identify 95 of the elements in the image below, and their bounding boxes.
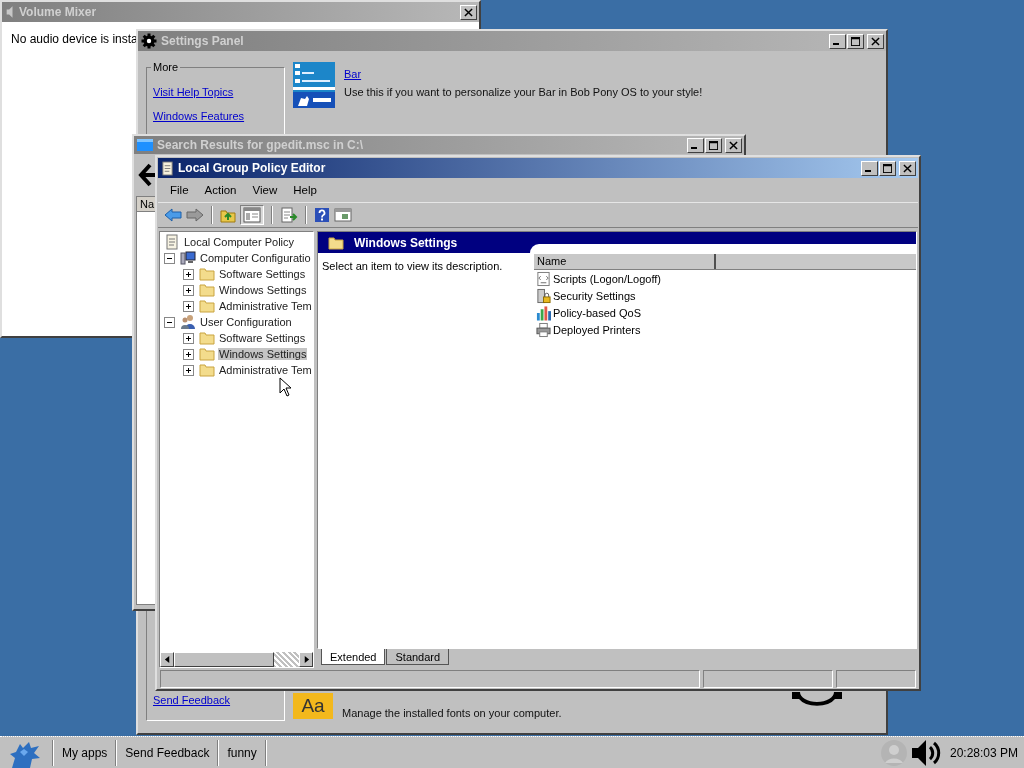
computer-icon: [180, 250, 196, 266]
expand-toggle[interactable]: [183, 348, 194, 360]
window-title: Volume Mixer: [19, 5, 97, 19]
back-icon[interactable]: [164, 208, 182, 222]
tree-item[interactable]: Software Settings: [218, 332, 307, 344]
maximize-icon: [883, 163, 892, 173]
tree-item[interactable]: User Configuration: [199, 316, 293, 328]
window-title: Local Group Policy Editor: [178, 161, 326, 175]
right-arrow-icon: [302, 656, 310, 663]
close-icon: [903, 163, 912, 173]
fonts-icon: Aa: [293, 693, 333, 719]
tree-item[interactable]: Administrative Tem: [218, 364, 313, 376]
scroll-thumb[interactable]: [174, 652, 274, 667]
menu-item[interactable]: File: [162, 184, 197, 196]
list-item[interactable]: Deployed Printers: [553, 323, 641, 336]
list-item[interactable]: Scripts (Logon/Logoff): [553, 272, 662, 285]
close-button[interactable]: [899, 160, 916, 176]
plus-icon: [184, 333, 193, 343]
users-icon: [180, 314, 196, 330]
close-icon: [464, 7, 473, 17]
plus-icon: [184, 269, 193, 279]
folder-icon: [199, 298, 215, 314]
bar-link[interactable]: Bar: [344, 68, 703, 80]
plus-icon: [184, 365, 193, 375]
tree-item[interactable]: Software Settings: [218, 268, 307, 280]
bar-preview-icon: [293, 62, 335, 108]
help-link[interactable]: Visit Help Topics: [153, 86, 284, 98]
help-link[interactable]: Windows Features: [153, 110, 284, 122]
scroll-icon: [161, 160, 174, 176]
group-label: More: [151, 61, 181, 73]
folder-icon: [199, 362, 215, 378]
show-tree-button[interactable]: [240, 205, 264, 225]
list-item[interactable]: Security Settings: [553, 289, 636, 302]
speaker-icon: [5, 5, 15, 19]
close-icon: [871, 36, 880, 46]
item-description: Use this if you want to personalize your Bar in Bob Pony OS to your style!: [344, 86, 703, 98]
minimize-icon: [691, 147, 697, 149]
taskbar-button[interactable]: My apps: [60, 745, 110, 760]
view-tab[interactable]: Extended: [321, 649, 386, 665]
folder-icon: [199, 282, 215, 298]
back-arrow-icon[interactable]: [138, 162, 158, 188]
maximize-button[interactable]: [879, 160, 896, 176]
tree-item[interactable]: Windows Settings: [218, 348, 308, 360]
collapse-toggle[interactable]: [164, 316, 175, 328]
properties-icon[interactable]: [334, 207, 352, 223]
expand-toggle[interactable]: [183, 300, 194, 312]
menu-item[interactable]: Action: [196, 184, 245, 196]
feedback-link[interactable]: Send Feedback: [153, 694, 284, 706]
menu-item[interactable]: View: [244, 184, 286, 196]
window-title: Search Results for gpedit.msc in C:\: [157, 138, 364, 152]
mouse-pointer-icon: [279, 377, 291, 397]
folder-icon: [199, 346, 215, 362]
tree-item[interactable]: Windows Settings: [218, 284, 308, 296]
scroll-icon: [164, 234, 180, 250]
folder-icon: [328, 235, 344, 250]
horizontal-scrollbar[interactable]: [160, 652, 313, 667]
plus-icon: [184, 301, 193, 311]
minimize-icon: [833, 43, 839, 45]
taskbar-button[interactable]: Send Feedback: [123, 745, 212, 760]
close-icon: [729, 140, 738, 150]
window-title: Settings Panel: [161, 34, 244, 48]
tree-item[interactable]: Administrative Tem: [218, 300, 313, 312]
window-icon: [137, 138, 153, 152]
expand-toggle[interactable]: [183, 268, 194, 280]
expand-toggle[interactable]: [183, 364, 194, 376]
bar-chart-icon: [536, 304, 551, 321]
tree-item[interactable]: Local Computer Policy: [183, 236, 296, 248]
view-tab[interactable]: Standard: [386, 649, 450, 665]
plus-icon: [184, 285, 193, 295]
left-arrow-icon: [163, 656, 171, 663]
item-description: Manage the installed fonts on your computer.: [342, 707, 562, 719]
folder-icon: [199, 266, 215, 282]
tree-item[interactable]: Computer Configuratio: [199, 252, 312, 264]
help-icon[interactable]: [314, 207, 330, 223]
expand-toggle[interactable]: [183, 284, 194, 296]
list-item[interactable]: Policy-based QoS: [553, 306, 642, 319]
folder-icon: [199, 330, 215, 346]
maximize-icon: [709, 140, 718, 150]
lock-icon: [536, 287, 551, 304]
pane-title: Windows Settings: [354, 235, 458, 250]
maximize-icon: [851, 36, 860, 46]
description-text: Select an item to view its description.: [321, 259, 504, 272]
menu-item[interactable]: Help: [285, 184, 325, 196]
export-list-icon[interactable]: [280, 207, 298, 223]
minimize-button[interactable]: [861, 160, 878, 176]
clock: 20:28:03 PM: [949, 745, 1019, 760]
minimize-icon: [865, 170, 871, 172]
printer-icon: [536, 321, 551, 338]
expand-toggle[interactable]: [183, 332, 194, 344]
script-icon: [536, 270, 551, 287]
up-folder-icon[interactable]: [220, 207, 236, 223]
plus-icon: [184, 349, 193, 359]
forward-icon[interactable]: [186, 208, 204, 222]
collapse-toggle[interactable]: [164, 252, 175, 264]
taskbar-button[interactable]: funny: [225, 745, 259, 760]
